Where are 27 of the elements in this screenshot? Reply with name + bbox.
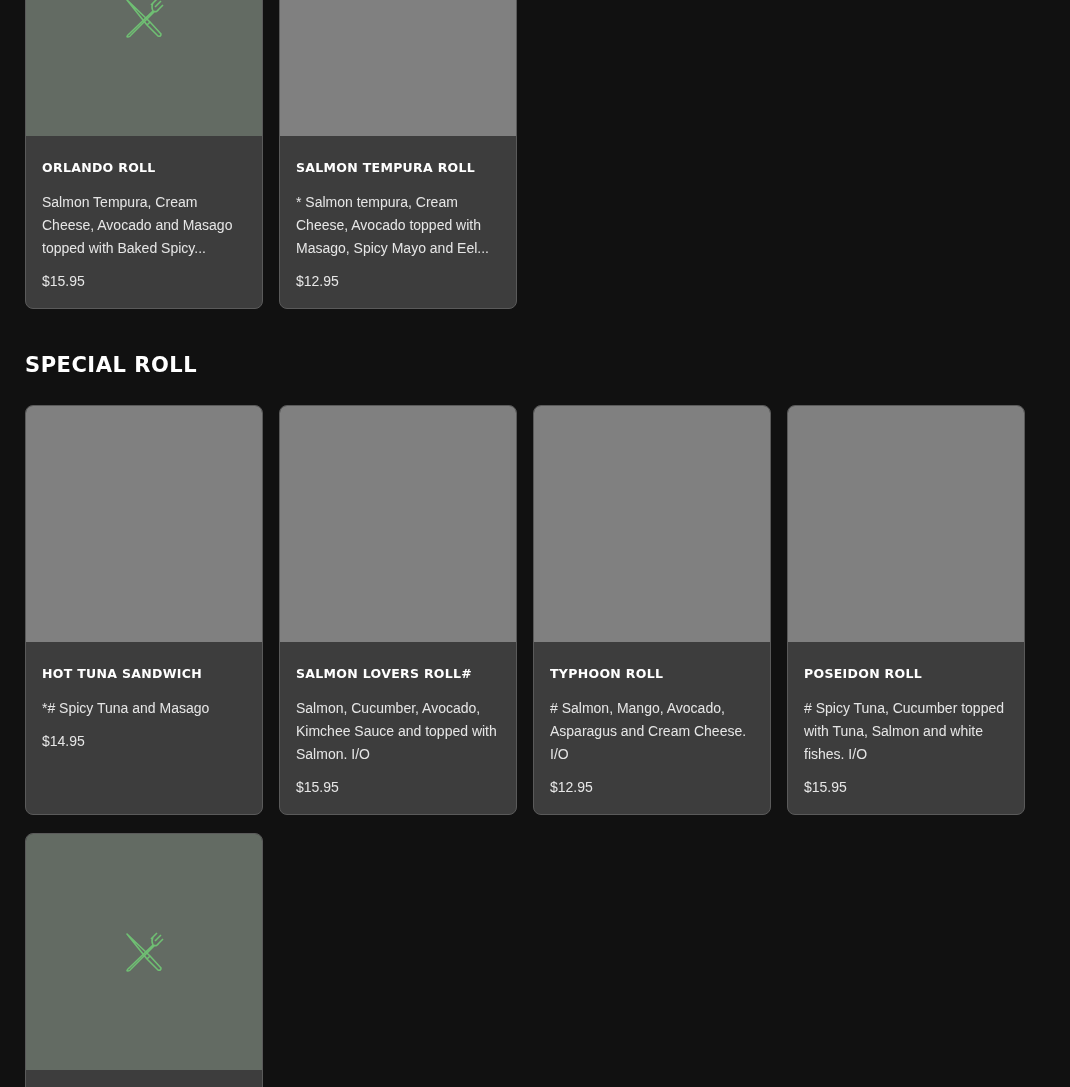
menu-item-card[interactable]: SALMON LOVERS ROLL# Salmon, Cucumber, Avocado, Kimchee Sauce and topped with Salmon. I/O $15.95: [279, 405, 517, 815]
item-description: # Spicy Tuna, Cucumber topped with Tuna, Salmon and white fishes. I/O: [804, 699, 1005, 764]
fork-and-knife-icon: [123, 931, 165, 973]
menu-item-card[interactable]: POSEIDON ROLL # Spicy Tuna, Cucumber topped with Tuna, Salmon and white fishes. I/O $15.95: [787, 405, 1025, 815]
item-description: Salmon, Cucumber, Avocado, Kimchee Sauce and topped with Salmon. I/O: [296, 699, 498, 764]
item-price: $15.95: [804, 778, 848, 797]
item-name: TYPHOON ROLL: [550, 665, 665, 683]
item-description: # Salmon, Mango, Avocado, Asparagus and Cream Cheese. I/O: [550, 699, 748, 764]
section-heading: SPECIAL ROLL: [25, 352, 199, 379]
item-price: $15.95: [296, 778, 340, 797]
item-name: SALMON LOVERS ROLL#: [296, 665, 474, 683]
item-name: ORLANDO ROLL: [42, 159, 157, 177]
menu-item-card[interactable]: ORLANDO ROLL Salmon Tempura, Cream Cheese, Avocado and Masago topped with Baked Spicy... $15.95: [25, 0, 263, 309]
menu-item-card[interactable]: TYPHOON ROLL # Salmon, Mango, Avocado, Asparagus and Cream Cheese. I/O $12.95: [533, 405, 771, 815]
item-name: POSEIDON ROLL: [804, 665, 924, 683]
fork-and-knife-icon: [123, 0, 165, 39]
item-price: $12.95: [296, 272, 340, 291]
item-description: Salmon Tempura, Cream Cheese, Avocado and Masago topped with Baked Spicy...: [42, 193, 234, 258]
item-name: SALMON TEMPURA ROLL: [296, 159, 477, 177]
menu-item-card[interactable]: SALMON TEMPURA ROLL * Salmon tempura, Cream Cheese, Avocado topped with Masago, Spicy Mayo and Eel... $12.95: [279, 0, 517, 309]
item-name: HOT TUNA SANDWICH: [42, 665, 204, 683]
menu-item-card[interactable]: HOT TUNA SANDWICH *# Spicy Tuna and Masago $14.95: [25, 405, 263, 815]
item-price: $15.95: [42, 272, 86, 291]
item-price: $12.95: [550, 778, 594, 797]
item-price: $14.95: [42, 732, 86, 751]
item-description: *# Spicy Tuna and Masago: [42, 699, 211, 718]
item-description: * Salmon tempura, Cream Cheese, Avocado topped with Masago, Spicy Mayo and Eel...: [296, 193, 490, 258]
